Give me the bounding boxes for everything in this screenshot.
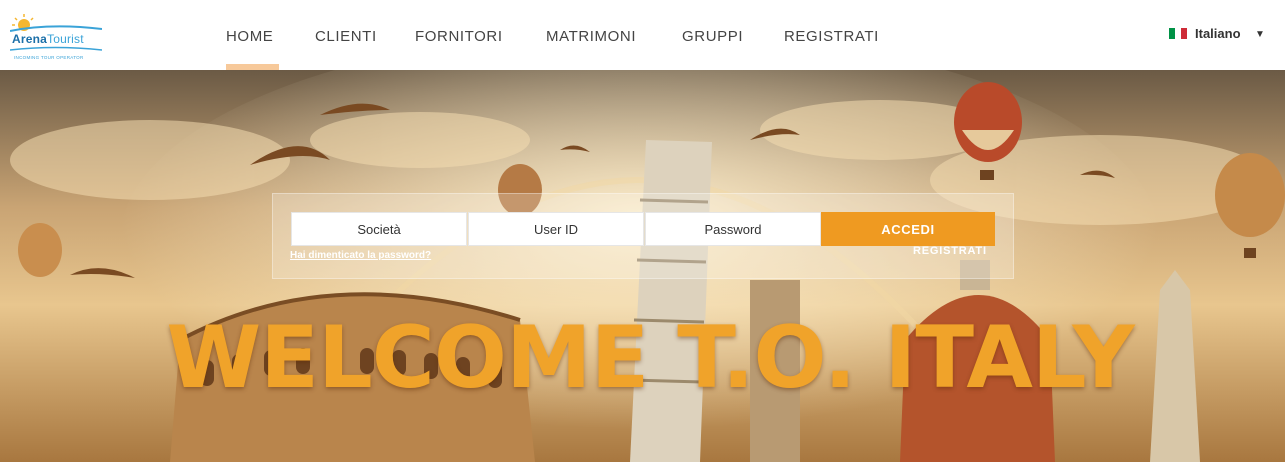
nav-clienti[interactable]: CLIENTI — [315, 28, 377, 45]
italy-flag-icon — [1169, 28, 1187, 39]
nav-fornitori[interactable]: FORNITORI — [415, 28, 503, 45]
logo-brand-second: Tourist — [47, 32, 84, 46]
nav-gruppi[interactable]: GRUPPI — [682, 28, 743, 45]
nav-matrimoni[interactable]: MATRIMONI — [546, 28, 636, 45]
societa-input[interactable] — [292, 212, 466, 246]
userid-field[interactable] — [468, 212, 644, 246]
userid-input[interactable] — [469, 212, 643, 246]
logo-brand-first: Arena — [12, 32, 48, 46]
nav-home[interactable]: HOME — [226, 28, 273, 45]
arena-tourist-logo[interactable]: ArenaTourist INCOMING TOUR OPERATOR — [10, 12, 102, 64]
password-input[interactable] — [646, 212, 820, 246]
welcome-headline: WELCOME T.O. ITALY — [166, 308, 1134, 408]
language-label: Italiano — [1195, 26, 1241, 41]
caret-down-icon: ▼ — [1255, 29, 1265, 40]
hero-banner: ACCEDI Hai dimenticato la password? REGI… — [0, 70, 1285, 462]
societa-field[interactable] — [291, 212, 467, 246]
nav-registrati[interactable]: REGISTRATI — [784, 28, 879, 45]
top-header: ArenaTourist INCOMING TOUR OPERATOR HOME… — [0, 0, 1285, 71]
login-panel: ACCEDI Hai dimenticato la password? REGI… — [272, 193, 1014, 279]
logo-tagline: INCOMING TOUR OPERATOR — [14, 55, 84, 60]
register-link[interactable]: REGISTRATI — [913, 245, 987, 257]
logo-brand: ArenaTourist — [12, 32, 84, 46]
accedi-button[interactable]: ACCEDI — [821, 212, 995, 246]
forgot-password-link[interactable]: Hai dimenticato la password? — [290, 250, 431, 261]
password-field[interactable] — [645, 212, 821, 246]
